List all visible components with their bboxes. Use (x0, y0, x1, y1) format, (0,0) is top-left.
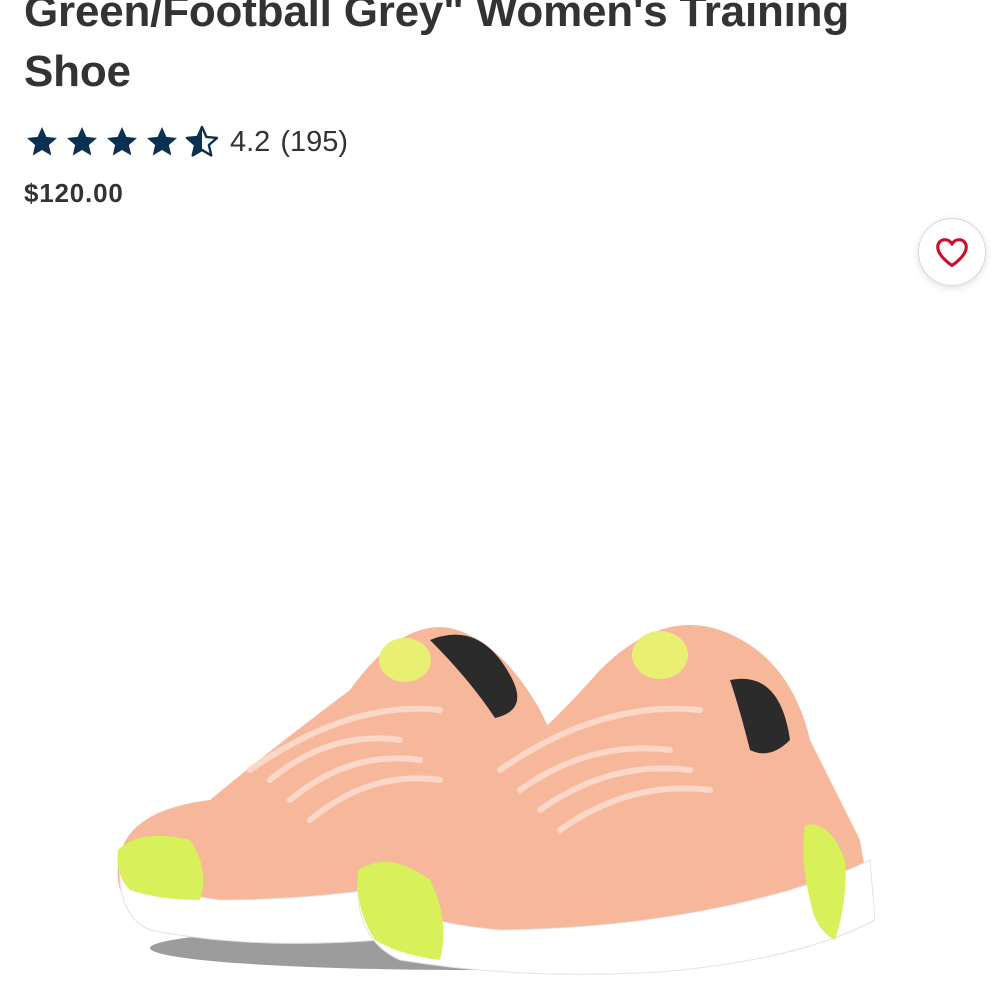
star-full-icon (147, 127, 177, 156)
rating-value: 4.2 (230, 125, 271, 158)
rating-stars (24, 124, 220, 160)
product-price: $120.00 (24, 178, 124, 208)
heart-icon (936, 238, 968, 268)
product-title: Green/Football Grey" Women's Training Sh… (24, 0, 850, 96)
review-count[interactable]: (195) (280, 126, 348, 159)
star-full-icon (67, 127, 97, 156)
rating-summary[interactable]: 4.2 (195) (24, 120, 348, 164)
star-full-icon (107, 127, 137, 156)
favorite-button[interactable] (918, 218, 986, 286)
star-full-icon (27, 127, 57, 156)
product-page: Green/Football Grey" Women's Training Sh… (0, 0, 1000, 1000)
rating-text: 4.2 (195) (230, 126, 348, 159)
star-partial-icon (185, 125, 219, 157)
product-image[interactable] (100, 600, 900, 1000)
